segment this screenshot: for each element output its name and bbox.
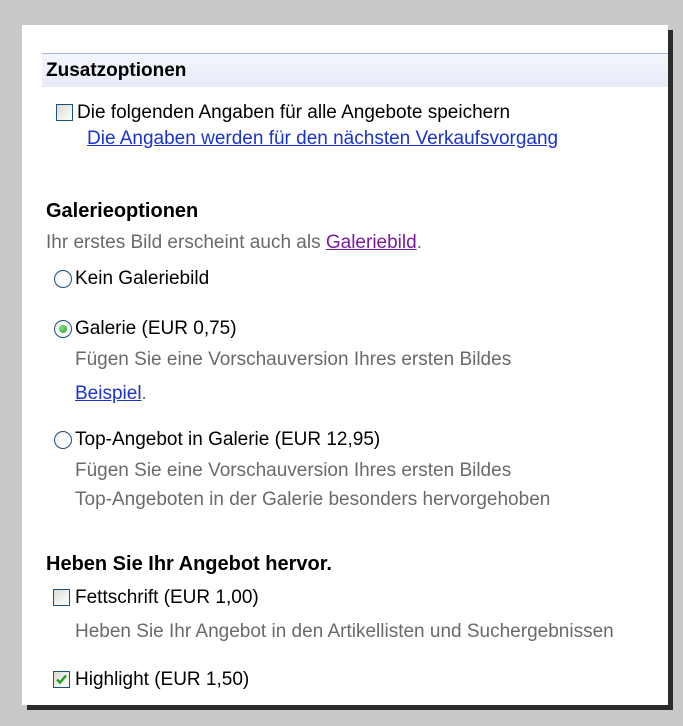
beispiel-link[interactable]: Beispiel (75, 383, 142, 404)
save-info-link[interactable]: Die Angaben werden für den nächsten Verk… (87, 128, 558, 150)
save-for-all-label[interactable]: Die folgenden Angaben für alle Angebote … (77, 102, 510, 124)
section-header-zusatzoptionen: Zusatzoptionen (42, 53, 668, 87)
radio-label-galerie[interactable]: Galerie (EUR 0,75) (75, 318, 237, 340)
top-angebot-description-line1: Fügen Sie eine Vorschauversion Ihres ers… (75, 460, 512, 481)
galerie-intro: Ihr erstes Bild erscheint auch als Galer… (46, 232, 422, 254)
radio-selected-dot (59, 325, 67, 333)
galerie-description: Fügen Sie eine Vorschauversion Ihres ers… (75, 349, 512, 370)
beispiel-suffix: . (141, 383, 147, 404)
galerie-intro-suffix: . (416, 232, 422, 253)
galerie-example: Beispiel. (75, 383, 147, 405)
galerie-title: Galerieoptionen (46, 200, 199, 222)
highlight-label[interactable]: Highlight (EUR 1,50) (75, 669, 249, 691)
galerie-intro-prefix: Ihr erstes Bild erscheint auch als (46, 232, 321, 253)
highlight-title: Heben Sie Ihr Angebot hervor. (46, 553, 332, 575)
radio-label-top-angebot-galerie[interactable]: Top-Angebot in Galerie (EUR 12,95) (75, 429, 380, 451)
fettschrift-checkbox[interactable] (53, 589, 70, 606)
radio-label-kein-galeriebild[interactable]: Kein Galeriebild (75, 268, 209, 290)
save-for-all-checkbox[interactable] (56, 104, 73, 121)
radio-top-angebot-galerie[interactable] (54, 431, 72, 449)
top-angebot-description-line2: Top-Angeboten in der Galerie besonders h… (75, 489, 551, 510)
fettschrift-description: Heben Sie Ihr Angebot in den Artikellist… (75, 621, 614, 642)
radio-kein-galeriebild[interactable] (54, 270, 72, 288)
checkmark-icon (56, 674, 67, 685)
highlight-checkbox[interactable] (53, 671, 70, 688)
listing-options-panel: Zusatzoptionen Die folgenden Angaben für… (22, 25, 668, 705)
radio-galerie[interactable] (54, 320, 72, 338)
galeriebild-link[interactable]: Galeriebild (326, 232, 417, 253)
fettschrift-label[interactable]: Fettschrift (EUR 1,00) (75, 587, 259, 609)
